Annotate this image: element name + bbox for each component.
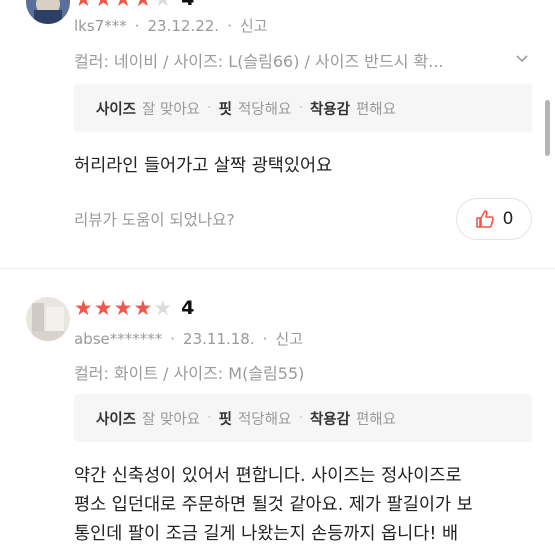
fit-value-size: 잘 맞아요 bbox=[142, 101, 200, 118]
fit-value-comfort: 편해요 bbox=[355, 101, 396, 118]
fit-value-comfort: 편해요 bbox=[355, 411, 396, 428]
scrollbar[interactable] bbox=[545, 100, 550, 156]
fit-key-fit: 핏 bbox=[218, 411, 232, 428]
review-meta: abse******* · 23.11.18. · 신고 bbox=[74, 330, 304, 348]
star-icon: ★ bbox=[74, 0, 93, 10]
purchase-options: 컬러: 화이트 / 사이즈: M(슬림55) bbox=[74, 364, 305, 383]
reviewer-name: abse******* bbox=[74, 330, 163, 348]
review-text: 허리라인 들어가고 살짝 광택있어요 bbox=[74, 156, 333, 176]
star-icon: ★ bbox=[74, 295, 93, 320]
rating-stars: ★ ★ ★ ★ ★ 4 bbox=[74, 0, 194, 10]
star-icon: ★ bbox=[153, 0, 172, 10]
like-button[interactable]: 0 bbox=[456, 198, 532, 240]
fit-value-fit: 적당해요 bbox=[237, 101, 292, 118]
report-link[interactable]: 신고 bbox=[275, 330, 303, 348]
review-date: 23.11.18. bbox=[183, 330, 255, 348]
rating-score: 4 bbox=[181, 0, 194, 10]
review-meta: lks7*** · 23.12.22. · 신고 bbox=[74, 17, 268, 35]
review-divider bbox=[0, 268, 555, 269]
star-icon: ★ bbox=[133, 295, 153, 320]
star-icon: ★ bbox=[94, 0, 113, 10]
star-icon: ★ bbox=[113, 295, 133, 320]
fit-key-comfort: 착용감 bbox=[309, 411, 350, 428]
helpful-question: 리뷰가 도움이 되었나요? bbox=[74, 211, 235, 229]
review-text-line: 평소 입던대로 주문하면 될것 같아요. 제가 팔길이가 보 bbox=[74, 495, 473, 515]
review-text-line: 통인데 팔이 조금 길게 나왔는지 손등까지 옵니다! 배 bbox=[74, 524, 459, 544]
fit-summary: 사이즈 잘 맞아요 · 핏 적당해요 · 착용감 편해요 bbox=[74, 84, 532, 132]
fit-key-comfort: 착용감 bbox=[309, 101, 350, 118]
like-count: 0 bbox=[502, 209, 514, 229]
fit-key-fit: 핏 bbox=[218, 101, 232, 118]
review-date: 23.12.22. bbox=[147, 17, 220, 35]
chevron-down-icon bbox=[516, 55, 528, 63]
review-text: 약간 신축성이 있어서 편합니다. 사이즈는 정사이즈로 평소 입던대로 주문하… bbox=[74, 462, 534, 549]
review-text-line: 약간 신축성이 있어서 편합니다. 사이즈는 정사이즈로 bbox=[74, 466, 462, 486]
avatar[interactable] bbox=[26, 297, 70, 341]
fit-key-size: 사이즈 bbox=[96, 101, 137, 118]
options-expand-button[interactable] bbox=[514, 50, 530, 70]
fit-value-size: 잘 맞아요 bbox=[142, 411, 200, 428]
rating-score: 4 bbox=[181, 297, 195, 319]
fit-key-size: 사이즈 bbox=[96, 411, 137, 428]
star-icon: ★ bbox=[133, 0, 152, 10]
star-icon: ★ bbox=[153, 295, 173, 320]
purchase-options: 컬러: 네이비 / 사이즈: L(슬림66) / 사이즈 반드시 확... bbox=[74, 52, 444, 71]
fit-value-fit: 적당해요 bbox=[237, 411, 292, 428]
star-icon: ★ bbox=[93, 295, 113, 320]
avatar[interactable] bbox=[26, 0, 70, 24]
report-link[interactable]: 신고 bbox=[240, 17, 268, 35]
fit-summary: 사이즈 잘 맞아요 · 핏 적당해요 · 착용감 편해요 bbox=[74, 394, 532, 442]
rating-stars: ★ ★ ★ ★ ★ 4 bbox=[74, 297, 194, 319]
star-icon: ★ bbox=[114, 0, 133, 10]
reviewer-name: lks7*** bbox=[74, 17, 127, 35]
thumbs-up-icon bbox=[475, 210, 494, 228]
